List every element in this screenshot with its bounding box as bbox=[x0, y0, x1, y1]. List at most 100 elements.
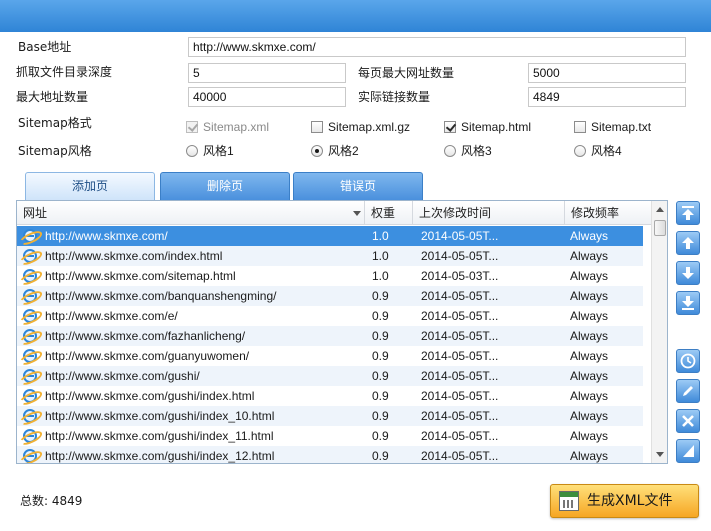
ie-icon bbox=[23, 349, 37, 363]
column-frequency[interactable]: 修改频率 bbox=[565, 201, 651, 225]
ie-icon bbox=[23, 389, 37, 403]
ie-icon bbox=[23, 429, 37, 443]
style-1-radio[interactable] bbox=[186, 145, 198, 157]
cell-modified: 2014-05-05T... bbox=[421, 429, 499, 443]
tab-deleted-pages[interactable]: 删除页 bbox=[160, 172, 290, 200]
window-titlebar bbox=[0, 0, 711, 32]
table-row[interactable]: http://www.skmxe.com/gushi/index.html 0.9… bbox=[17, 386, 643, 406]
calendar-icon bbox=[559, 491, 579, 511]
move-top-icon bbox=[682, 206, 694, 220]
max-urls-label: 最大地址数量 bbox=[16, 90, 89, 104]
sort-desc-icon bbox=[353, 211, 361, 216]
cell-weight: 0.9 bbox=[372, 369, 389, 383]
style-label: Sitemap风格 bbox=[18, 144, 92, 158]
generate-xml-label: 生成XML文件 bbox=[587, 493, 673, 509]
actual-links-label: 实际链接数量 bbox=[358, 90, 431, 104]
move-down-button[interactable] bbox=[676, 261, 700, 285]
depth-label: 抓取文件目录深度 bbox=[16, 65, 113, 79]
vertical-scrollbar[interactable] bbox=[651, 201, 667, 463]
format-txt-checkbox[interactable] bbox=[574, 121, 586, 133]
column-modified[interactable]: 上次修改时间 bbox=[413, 201, 565, 225]
table-row[interactable]: http://www.skmxe.com/gushi/index_11.html… bbox=[17, 426, 643, 446]
move-bottom-icon bbox=[682, 296, 694, 310]
cell-frequency: Always bbox=[570, 369, 609, 383]
scroll-down-icon[interactable] bbox=[654, 448, 666, 460]
cell-url: http://www.skmxe.com/gushi/index_11.html bbox=[45, 429, 274, 443]
style-4-label: 风格4 bbox=[591, 144, 622, 158]
scroll-up-icon[interactable] bbox=[654, 204, 666, 216]
table-row[interactable]: http://www.skmxe.com/guanyuwomen/0.9 2014… bbox=[17, 346, 643, 366]
tab-error-pages[interactable]: 错误页 bbox=[293, 172, 423, 200]
format-xml-checkbox[interactable] bbox=[186, 121, 198, 133]
max-urls-input[interactable]: 40000 bbox=[188, 87, 346, 107]
ie-icon bbox=[23, 269, 37, 283]
cell-url: http://www.skmxe.com/ bbox=[45, 229, 168, 243]
actual-links-input[interactable]: 4849 bbox=[528, 87, 686, 107]
move-top-button[interactable] bbox=[676, 201, 700, 225]
cell-weight: 0.9 bbox=[372, 429, 389, 443]
column-url-label: 网址 bbox=[23, 206, 48, 220]
schedule-button[interactable] bbox=[676, 349, 700, 373]
base-url-label: Base地址 bbox=[18, 40, 72, 54]
cell-frequency: Always bbox=[570, 289, 609, 303]
clear-button[interactable] bbox=[676, 439, 700, 463]
cell-url: http://www.skmxe.com/e/ bbox=[45, 309, 178, 323]
table-row[interactable]: http://www.skmxe.com/fazhanlicheng/0.9 20… bbox=[17, 326, 643, 346]
base-url-input[interactable]: http://www.skmxe.com/ bbox=[188, 37, 686, 57]
per-page-label: 每页最大网址数量 bbox=[358, 66, 455, 80]
cell-modified: 2014-05-05T... bbox=[421, 409, 499, 423]
format-html-checkbox[interactable] bbox=[444, 121, 456, 133]
column-url[interactable]: 网址 bbox=[17, 201, 365, 225]
ie-icon bbox=[23, 289, 37, 303]
cell-frequency: Always bbox=[570, 269, 609, 283]
cell-modified: 2014-05-05T... bbox=[421, 369, 499, 383]
ie-icon bbox=[23, 449, 37, 463]
ie-icon bbox=[23, 249, 37, 263]
cell-frequency: Always bbox=[570, 449, 609, 463]
move-up-icon bbox=[682, 237, 694, 249]
format-html-label: Sitemap.html bbox=[461, 120, 532, 134]
url-list[interactable]: 网址 权重 上次修改时间 修改频率 http://www.skmxe.com/1… bbox=[16, 200, 668, 464]
delete-button[interactable] bbox=[676, 409, 700, 433]
delete-icon bbox=[682, 415, 694, 427]
cell-frequency: Always bbox=[570, 309, 609, 323]
cell-weight: 0.9 bbox=[372, 449, 389, 463]
table-row[interactable]: http://www.skmxe.com/index.html 1.0 2014-0… bbox=[17, 246, 643, 266]
cell-modified: 2014-05-05T... bbox=[421, 229, 499, 243]
style-2-radio[interactable] bbox=[311, 145, 323, 157]
style-4-radio[interactable] bbox=[574, 145, 586, 157]
ie-icon bbox=[23, 409, 37, 423]
table-row[interactable]: http://www.skmxe.com/banquanshengming/0.… bbox=[17, 286, 643, 306]
cell-weight: 1.0 bbox=[372, 269, 389, 283]
move-bottom-button[interactable] bbox=[676, 291, 700, 315]
table-row[interactable]: http://www.skmxe.com/e/0.9 2014-05-05T...… bbox=[17, 306, 643, 326]
generate-xml-button[interactable]: 生成XML文件 bbox=[550, 484, 699, 518]
cell-weight: 0.9 bbox=[372, 389, 389, 403]
format-txt-label: Sitemap.txt bbox=[591, 120, 652, 134]
per-page-input[interactable]: 5000 bbox=[528, 63, 686, 83]
tab-added-pages[interactable]: 添加页 bbox=[25, 172, 155, 200]
cell-modified: 2014-05-05T... bbox=[421, 449, 499, 463]
table-row[interactable]: http://www.skmxe.com/gushi/index_12.html… bbox=[17, 446, 643, 463]
edit-button[interactable] bbox=[676, 379, 700, 403]
table-row[interactable]: http://www.skmxe.com/sitemap.html 1.0 2014… bbox=[17, 266, 643, 286]
column-weight[interactable]: 权重 bbox=[365, 201, 413, 225]
style-3-radio[interactable] bbox=[444, 145, 456, 157]
cell-modified: 2014-05-05T... bbox=[421, 349, 499, 363]
move-up-button[interactable] bbox=[676, 231, 700, 255]
cell-modified: 2014-05-05T... bbox=[421, 289, 499, 303]
cell-url: http://www.skmxe.com/sitemap.html bbox=[45, 269, 236, 283]
cell-frequency: Always bbox=[570, 389, 609, 403]
scroll-thumb[interactable] bbox=[654, 220, 666, 236]
table-row[interactable]: http://www.skmxe.com/gushi/index_10.html… bbox=[17, 406, 643, 426]
table-row[interactable]: http://www.skmxe.com/1.0 2014-05-05T... Al… bbox=[17, 226, 643, 246]
cell-weight: 0.9 bbox=[372, 289, 389, 303]
table-row[interactable]: http://www.skmxe.com/gushi/0.9 2014-05-05… bbox=[17, 366, 643, 386]
format-xmlgz-checkbox[interactable] bbox=[311, 121, 323, 133]
ie-icon bbox=[23, 369, 37, 383]
cell-url: http://www.skmxe.com/banquanshengming/ bbox=[45, 289, 277, 303]
cell-modified: 2014-05-05T... bbox=[421, 389, 499, 403]
ie-icon bbox=[23, 229, 37, 243]
format-xmlgz-label: Sitemap.xml.gz bbox=[328, 120, 411, 134]
depth-input[interactable]: 5 bbox=[188, 63, 346, 83]
